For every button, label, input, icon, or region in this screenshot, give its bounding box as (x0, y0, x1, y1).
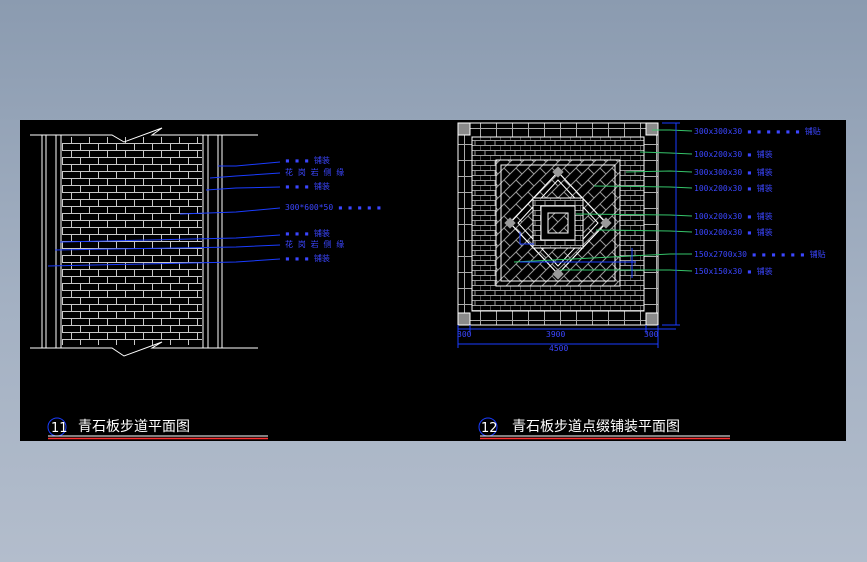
callout-label: 300x300x30 ▪ ▪ ▪ ▪ ▪ ▪ 铺贴 (694, 126, 821, 136)
dim-left: 300 (457, 330, 472, 339)
callout-label: 100x200x30 ▪ 铺装 (694, 227, 773, 237)
callout-label: 100x200x30 ▪ 铺装 (694, 211, 773, 221)
drawing-title: 青石板步道平面图 (78, 419, 190, 435)
cad-viewport: ▪ ▪ ▪ 铺装 花 岗 岩 侧 缘 ▪ ▪ ▪ 铺装 300*600*50 ▪… (20, 120, 846, 441)
drawing-number: 11 (51, 421, 68, 436)
callout-label: 150x150x30 ▪ 铺装 (694, 266, 773, 276)
dim-right: 300 (644, 330, 659, 339)
callout-label: 300x300x30 ▪ 铺装 (694, 167, 773, 177)
callout-label: 150x2700x30 ▪ ▪ ▪ ▪ ▪ ▪ 铺贴 (694, 249, 826, 259)
callout-label: 300*600*50 ▪ ▪ ▪ ▪ ▪ (285, 203, 381, 212)
drawing-title: 青石板步道点缀铺装平面图 (512, 419, 680, 435)
callout-label: ▪ ▪ ▪ 铺装 (285, 155, 330, 165)
callout-label: ▪ ▪ ▪ 铺装 (285, 228, 330, 238)
callout-label: ▪ ▪ ▪ 铺装 (285, 181, 330, 191)
dim-center: 3900 (546, 330, 565, 339)
callout-label: ▪ ▪ ▪ 铺装 (285, 253, 330, 263)
callout-label: 花 岗 岩 侧 缘 (285, 167, 344, 177)
callout-label: 100x200x30 ▪ 铺装 (694, 149, 773, 159)
callout-label: 花 岗 岩 侧 缘 (285, 239, 344, 249)
dim-total: 4500 (549, 344, 568, 353)
centre-square-core (547, 212, 569, 234)
callout-label: 100x200x30 ▪ 铺装 (694, 183, 773, 193)
drawing-number: 12 (481, 421, 498, 436)
